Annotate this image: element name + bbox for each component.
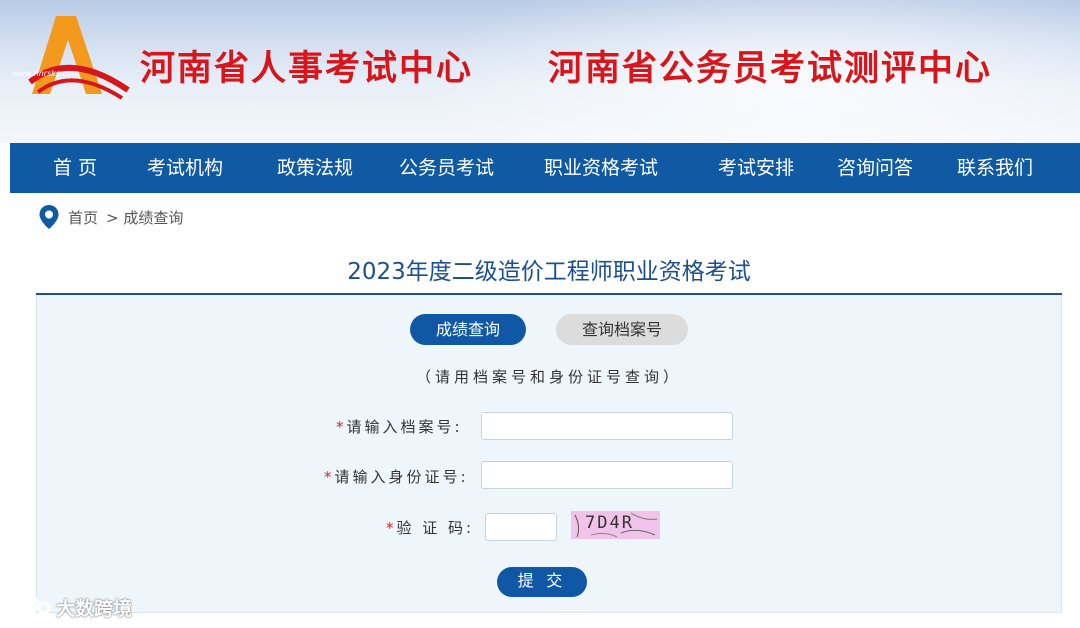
captcha-label-text: 验 证 码: [396, 519, 475, 537]
tab-score-query[interactable]: 成绩查询 [410, 314, 526, 345]
query-hint: （请用档案号和身份证号查询） [415, 368, 682, 386]
captcha-image[interactable]: 7D4R [571, 511, 660, 539]
site-logo[interactable]: www.hnrsks.com [10, 12, 135, 100]
header-banner: www.hnrsks.com 河南省人事考试中心 河南省公务员考试测评中心 [0, 0, 1080, 143]
tab-archive-lookup[interactable]: 查询档案号 [556, 314, 688, 345]
submit-button[interactable]: 提 交 [497, 567, 587, 597]
required-mark: * [336, 418, 347, 436]
site-title-secondary: 河南省公务员考试测评中心 [548, 49, 993, 89]
site-title-primary: 河南省人事考试中心 [140, 49, 474, 89]
id-number-label-text: 请输入身份证号: [334, 468, 469, 486]
nav-item-faq[interactable]: 咨询问答 [837, 143, 913, 193]
nav-item-qualification[interactable]: 职业资格考试 [544, 143, 658, 193]
archive-number-label-text: 请输入档案号: [346, 418, 463, 436]
breadcrumb: 首页 > 成绩查询 [38, 204, 183, 230]
id-number-label: *请输入身份证号: [324, 466, 469, 487]
logo-text: www.hnrsks.com [12, 69, 80, 78]
nav-item-civil-service[interactable]: 公务员考试 [399, 143, 494, 193]
page-title: 2023年度二级造价工程师职业资格考试 [347, 259, 751, 285]
breadcrumb-home-link[interactable]: 首页 [68, 207, 98, 228]
captcha-label: *验 证 码: [386, 517, 474, 538]
nav-item-exam-agency[interactable]: 考试机构 [147, 143, 223, 193]
id-number-input[interactable] [481, 461, 733, 489]
query-panel [36, 295, 1062, 613]
main-nav: 首 页 考试机构 政策法规 公务员考试 职业资格考试 考试安排 咨询问答 联系我… [10, 143, 1080, 193]
nav-item-contact[interactable]: 联系我们 [957, 143, 1033, 193]
watermark-logo-icon [8, 596, 51, 618]
required-mark: * [386, 519, 397, 537]
archive-number-input[interactable] [481, 412, 733, 440]
required-mark: * [324, 468, 335, 486]
captcha-input[interactable] [485, 513, 557, 541]
captcha-text: 7D4R [585, 513, 634, 533]
nav-item-schedule[interactable]: 考试安排 [718, 143, 794, 193]
nav-item-policy[interactable]: 政策法规 [277, 143, 353, 193]
breadcrumb-current: > 成绩查询 [106, 208, 184, 227]
archive-number-label: *请输入档案号: [336, 416, 463, 437]
nav-item-home[interactable]: 首 页 [53, 143, 97, 193]
location-pin-icon [39, 205, 59, 229]
watermark-text: 大数跨境 [56, 597, 133, 620]
watermark: 大数跨境 [8, 593, 132, 621]
